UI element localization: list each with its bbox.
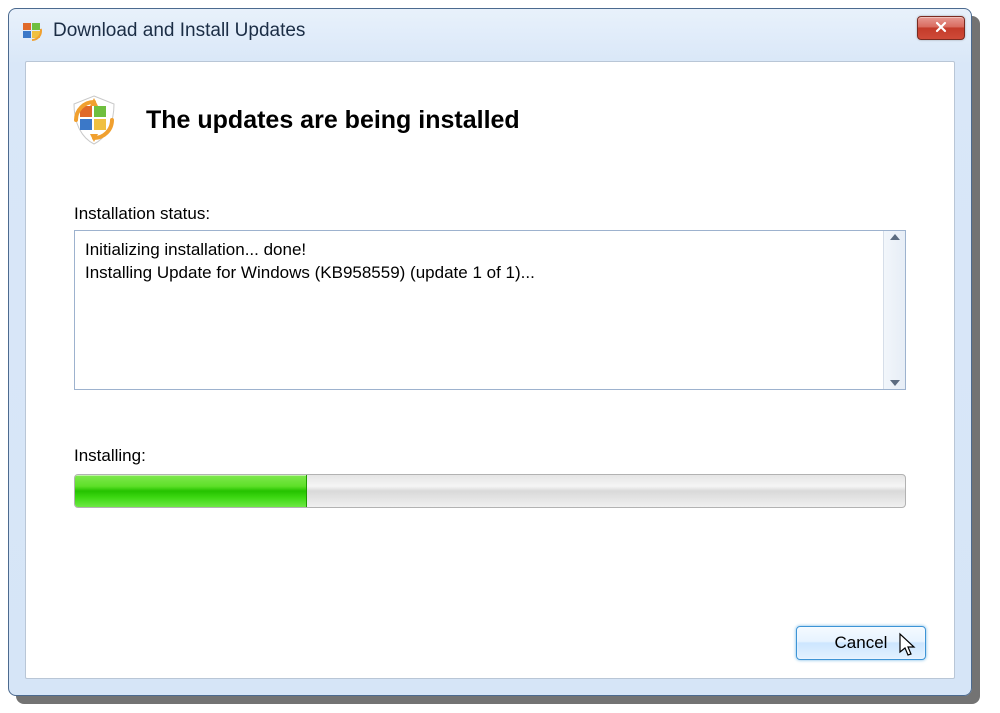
windows-update-shield-icon [66, 92, 122, 148]
content-panel: The updates are being installed Installa… [25, 61, 955, 679]
page-heading: The updates are being installed [146, 106, 520, 135]
dialog-window: Download and Install Updates [8, 8, 972, 696]
status-label: Installation status: [74, 204, 906, 224]
header-row: The updates are being installed [26, 62, 954, 158]
window-title: Download and Install Updates [53, 20, 917, 42]
cancel-button[interactable]: Cancel [796, 626, 926, 660]
progress-fill [75, 475, 307, 507]
close-icon [934, 20, 948, 36]
cancel-button-label: Cancel [835, 633, 888, 653]
scroll-up-icon[interactable] [890, 234, 900, 240]
titlebar[interactable]: Download and Install Updates [9, 9, 971, 53]
progress-bar [74, 474, 906, 508]
mouse-cursor-icon [898, 632, 918, 658]
status-textbox: Initializing installation... done! Insta… [74, 230, 906, 390]
status-section: Installation status: Initializing instal… [26, 204, 954, 508]
button-row: Cancel [796, 626, 926, 660]
windows-update-icon [21, 20, 43, 42]
scroll-down-icon[interactable] [890, 380, 900, 386]
status-text: Initializing installation... done! Insta… [75, 231, 883, 389]
scrollbar[interactable] [883, 231, 905, 389]
close-button[interactable] [917, 16, 965, 40]
installing-label: Installing: [74, 446, 906, 466]
